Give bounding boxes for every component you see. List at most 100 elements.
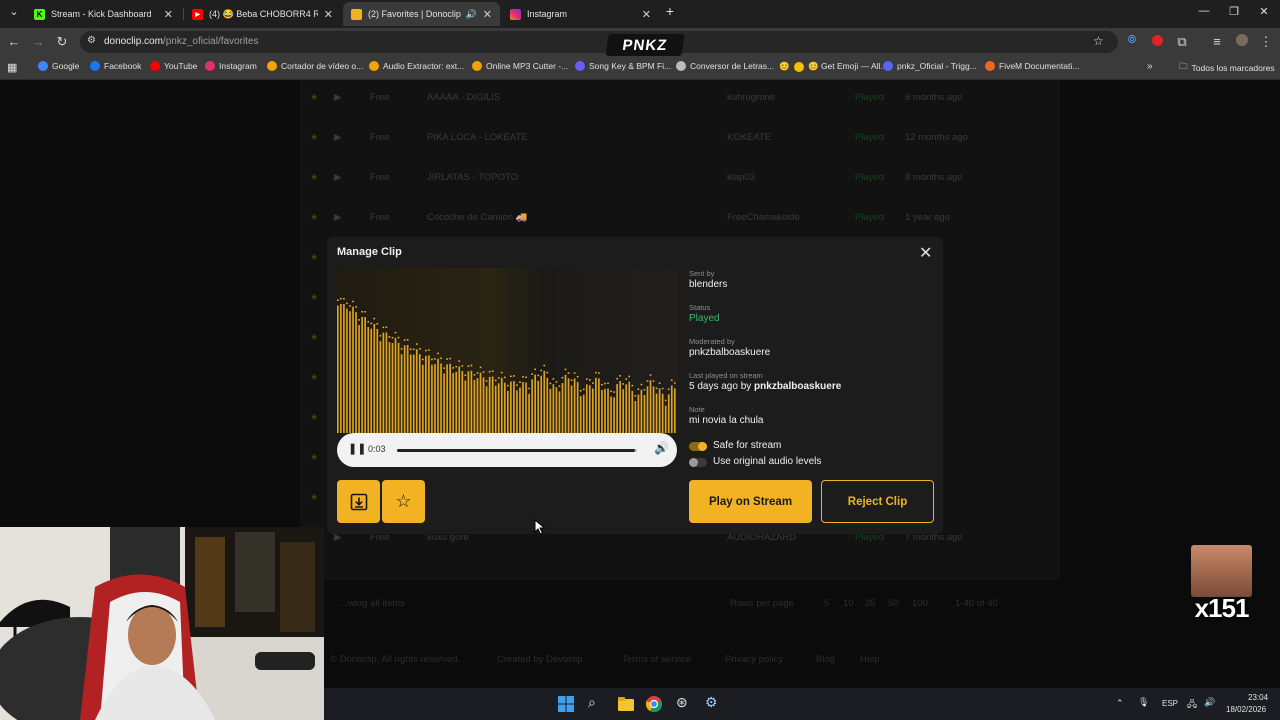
terms-link[interactable]: Terms of service: [622, 654, 691, 665]
url-text[interactable]: donoclip.com/pnkz_oficial/favorites: [104, 36, 259, 47]
minimize-icon[interactable]: —: [1194, 5, 1214, 17]
waveform-peak: [522, 376, 524, 378]
waveform-peak: [352, 300, 354, 303]
volume-icon[interactable]: 🔊: [654, 441, 669, 455]
blog-link[interactable]: Blog: [816, 654, 835, 665]
seek-bar[interactable]: [397, 449, 637, 452]
bookmark-favicon-icon: [369, 61, 379, 71]
waveform-peak: [349, 305, 351, 307]
new-tab-icon[interactable]: +: [660, 3, 680, 19]
back-icon[interactable]: ←: [6, 34, 22, 49]
bookmark-item[interactable]: Conversor de Letras...: [676, 61, 774, 71]
waveform-peak: [382, 326, 385, 329]
waveform-bar: [458, 366, 461, 433]
obs-icon[interactable]: ⊛: [676, 694, 692, 710]
clock-time[interactable]: 23:04: [1248, 693, 1268, 702]
bookmark-item[interactable]: Instagram: [205, 61, 257, 71]
bookmark-item[interactable]: pnkz_Oficial - Trigg...: [883, 61, 977, 71]
media-control-icon[interactable]: ≡: [1209, 34, 1225, 49]
page-size-option[interactable]: 25: [865, 598, 876, 609]
tab-search-icon[interactable]: ⌄: [4, 5, 24, 18]
profile-avatar[interactable]: [1234, 34, 1250, 49]
all-bookmarks[interactable]: 🗀 Todos los marcadores: [1179, 61, 1275, 75]
more-bookmarks-icon[interactable]: »: [1147, 61, 1153, 72]
bookmark-item[interactable]: YouTube: [150, 61, 197, 71]
table-row[interactable]: ★ ▶ Free Cocoche de Camión 🚚 FreeChamakoide P…: [300, 201, 1060, 241]
table-row[interactable]: ★ ▶ Free JIRLATAS - TOPOTO klap03 Played 8 mon…: [300, 161, 1060, 201]
reload-icon[interactable]: ↻: [54, 34, 70, 50]
close-tab-icon[interactable]: ✕: [324, 8, 333, 21]
tab-instagram[interactable]: Instagram ✕: [502, 2, 659, 26]
waveform-peak: [670, 379, 673, 382]
steam-icon[interactable]: ⚙: [705, 694, 721, 710]
tab-kick-dashboard[interactable]: K Stream - Kick Dashboard ✕: [26, 2, 181, 26]
waveform-peak: [467, 365, 470, 367]
waveform-peak: [516, 384, 518, 386]
moderated-by-label: Moderated by: [689, 337, 735, 346]
page-size-option[interactable]: 5: [824, 598, 829, 609]
forward-icon[interactable]: →: [30, 34, 46, 49]
close-tab-icon[interactable]: ✕: [642, 8, 651, 21]
tab-youtube[interactable]: ▶ (4) 😂 Beba CHOBORR4 RUEGA ✕: [184, 2, 341, 26]
created-by-link[interactable]: Created by Devoclip: [497, 654, 583, 665]
table-row[interactable]: ★ ▶ Free AAAAA - DIGILIS kuhrugrone Played 6 m…: [300, 81, 1060, 121]
speaker-icon[interactable]: 🔊: [466, 9, 477, 20]
bookmark-star-icon[interactable]: ☆: [1093, 34, 1104, 48]
network-icon[interactable]: 🖧: [1187, 697, 1197, 713]
close-tab-icon[interactable]: ✕: [483, 8, 492, 21]
windows-start-icon[interactable]: [558, 696, 574, 712]
close-modal-icon[interactable]: ✕: [919, 243, 932, 263]
bookmark-item[interactable]: Online MP3 Cutter -...: [472, 61, 568, 71]
bookmark-item[interactable]: Song Key & BPM Fi...: [575, 61, 671, 71]
chrome-icon[interactable]: [645, 696, 663, 713]
microphone-icon[interactable]: 🎙: [1138, 697, 1149, 708]
tab-donoclip-favorites[interactable]: (2) Favorites | Donoclip 🔊 ✕: [343, 2, 500, 26]
extensions-puzzle-icon[interactable]: ⧉: [1174, 34, 1190, 50]
show-hidden-icons[interactable]: ⌃: [1116, 698, 1124, 709]
help-link[interactable]: Help: [860, 654, 880, 665]
seek-progress: [397, 449, 635, 452]
waveform-bar: [670, 385, 673, 433]
bookmark-item[interactable]: Google: [38, 61, 79, 71]
close-window-icon[interactable]: ✕: [1254, 5, 1274, 18]
bookmark-item[interactable]: FiveM Documentati...: [985, 61, 1079, 71]
pause-icon[interactable]: ❚❚: [348, 442, 366, 455]
all-bookmarks-label: Todos los marcadores: [1191, 63, 1275, 73]
reject-clip-button[interactable]: Reject Clip: [821, 480, 934, 523]
privacy-link[interactable]: Privacy policy: [725, 654, 783, 665]
bookmark-item[interactable]: 😊: [779, 61, 790, 72]
site-info-icon[interactable]: ⚙: [87, 35, 96, 46]
apps-grid-icon[interactable]: ▦: [7, 61, 17, 74]
extension-icon[interactable]: ⦾: [1124, 34, 1140, 47]
play-on-stream-button[interactable]: Play on Stream: [689, 480, 812, 523]
restore-icon[interactable]: ❐: [1224, 5, 1244, 18]
volume-icon[interactable]: 🔊: [1204, 697, 1215, 708]
table-row[interactable]: ★ ▶ Free PIKA LOCA - LOKEATE KOKEATE Played 12…: [300, 121, 1060, 161]
download-button[interactable]: [337, 480, 380, 523]
bookmark-item[interactable]: Cortador de vídeo o...: [267, 61, 363, 71]
menu-icon[interactable]: ⋮: [1258, 34, 1274, 50]
bookmark-item[interactable]: Audio Extractor: ext...: [369, 61, 464, 71]
page-size-option[interactable]: 10: [843, 598, 854, 609]
waveform-bar: [673, 388, 676, 433]
waveform-bar: [570, 385, 573, 433]
page-size-option[interactable]: 100: [912, 598, 928, 609]
language-indicator[interactable]: ESP: [1162, 699, 1178, 708]
extension-icon[interactable]: [1149, 34, 1165, 49]
bookmark-item[interactable]: Facebook: [90, 61, 141, 71]
omnibox[interactable]: ⚙ donoclip.com/pnkz_oficial/favorites ☆: [80, 31, 1118, 53]
safe-for-stream-toggle[interactable]: [689, 442, 707, 451]
waveform-peak: [358, 319, 360, 321]
original-audio-toggle[interactable]: [689, 458, 707, 467]
bookmark-item[interactable]: 😊 Get Emoji — All...: [794, 61, 888, 72]
original-audio-label: Use original audio levels: [713, 456, 822, 467]
close-tab-icon[interactable]: ✕: [164, 8, 173, 21]
clock-date[interactable]: 18/02/2026: [1226, 705, 1266, 714]
waveform-peak: [500, 371, 503, 374]
search-icon[interactable]: ⌕: [588, 694, 604, 710]
waveform-bar: [382, 332, 385, 433]
favorite-button[interactable]: ☆: [382, 480, 425, 523]
waveform-peak: [543, 364, 546, 367]
page-size-option[interactable]: 50: [888, 598, 899, 609]
file-explorer-icon[interactable]: [618, 696, 634, 712]
